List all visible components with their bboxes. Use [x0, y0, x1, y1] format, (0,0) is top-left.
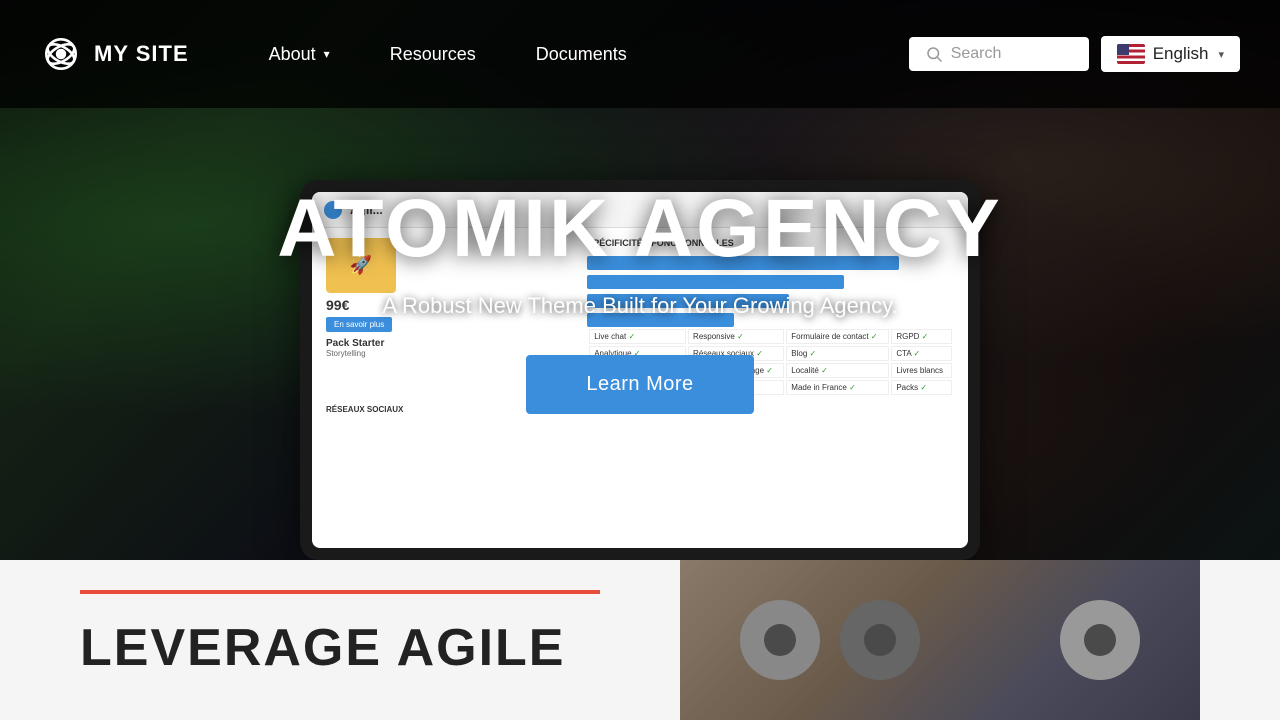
navbar: MY SITE About ▾ Resources Documents Sear… [0, 0, 1280, 108]
hero-title: ATOMIK AGENCY [277, 186, 1002, 272]
gear-shape-2 [840, 600, 920, 680]
nav-resources[interactable]: Resources [360, 34, 506, 75]
gear-shape-3 [1060, 600, 1140, 680]
nav-about-label: About [269, 44, 316, 65]
logo-text: MY SITE [94, 41, 189, 67]
lang-chevron-icon: ▾ [1218, 48, 1224, 61]
nav-links: About ▾ Resources Documents [239, 34, 909, 75]
below-fold-image [680, 560, 1200, 720]
nav-about[interactable]: About ▾ [239, 34, 360, 75]
chevron-down-icon: ▾ [324, 47, 330, 61]
language-selector[interactable]: English ▾ [1101, 36, 1240, 72]
below-fold-bg [680, 560, 1200, 720]
search-box[interactable]: Search [909, 37, 1089, 71]
gear-shape-1 [740, 600, 820, 680]
nav-documents[interactable]: Documents [506, 34, 657, 75]
language-label: English [1153, 44, 1209, 64]
accent-line [80, 590, 600, 594]
logo-icon [40, 33, 82, 75]
search-input[interactable]: Search [951, 45, 1002, 63]
nav-resources-label: Resources [390, 44, 476, 65]
hero-subtitle: A Robust New Theme Built for Your Growin… [382, 293, 897, 319]
flag-icon [1117, 44, 1145, 64]
site-logo[interactable]: MY SITE [40, 33, 189, 75]
below-fold-left: LEVERAGE AGILE [80, 560, 680, 678]
below-fold-title: LEVERAGE AGILE [80, 618, 680, 678]
below-fold-section: LEVERAGE AGILE [0, 560, 1280, 720]
search-icon [925, 45, 943, 63]
learn-more-button[interactable]: Learn More [526, 355, 753, 414]
nav-documents-label: Documents [536, 44, 627, 65]
nav-right: Search English ▾ [909, 36, 1240, 72]
